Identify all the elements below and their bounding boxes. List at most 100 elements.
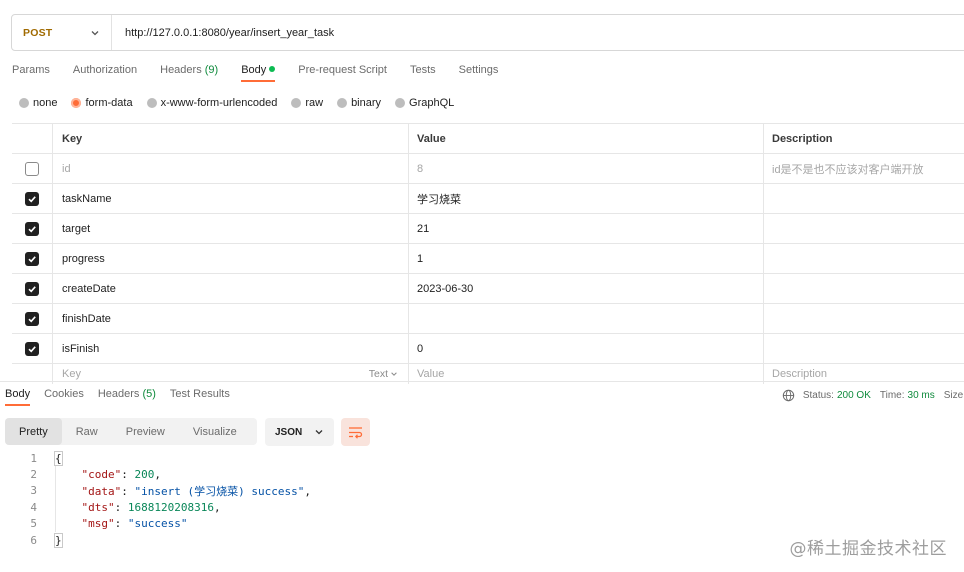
row-check-cell (12, 334, 53, 363)
table-row: id 8 id是不是也不应该对客户端开放 (12, 154, 964, 184)
body-type-none[interactable]: none (19, 97, 57, 109)
code-line: 1{ (0, 450, 311, 466)
row-key[interactable]: isFinish (53, 334, 409, 363)
checkmark-icon (28, 195, 36, 202)
format-label: JSON (275, 426, 303, 438)
panel-divider[interactable] (0, 381, 964, 382)
row-value[interactable]: 1 (409, 244, 764, 273)
row-description[interactable] (764, 274, 964, 303)
row-checkbox[interactable] (25, 191, 39, 206)
form-data-table: Key Value Description id 8 id是不是也不应该对客户端开放… (12, 123, 964, 384)
tab-authorization[interactable]: Authorization (73, 64, 137, 82)
url-input[interactable] (112, 26, 964, 39)
method-label: POST (23, 26, 53, 39)
row-description[interactable] (764, 214, 964, 243)
row-checkbox[interactable] (25, 251, 39, 266)
row-key[interactable]: progress (53, 244, 409, 273)
tab-tests[interactable]: Tests (410, 64, 436, 82)
chevron-down-icon (89, 27, 101, 39)
view-raw[interactable]: Raw (62, 418, 112, 445)
row-key[interactable]: taskName (53, 184, 409, 213)
method-select[interactable]: POST (12, 15, 112, 50)
row-key[interactable]: id (53, 154, 409, 183)
watermark: @稀土掘金技术社区 (789, 539, 947, 559)
row-checkbox[interactable] (25, 341, 39, 356)
radio-icon (291, 98, 302, 108)
body-type-raw[interactable]: raw (291, 97, 323, 109)
table-row: isFinish 0 (12, 334, 964, 364)
body-type-form-data[interactable]: form-data (71, 97, 133, 109)
time-value[interactable]: 30 ms (908, 390, 935, 401)
row-description[interactable] (764, 184, 964, 213)
row-value[interactable]: 21 (409, 214, 764, 243)
tab-label: Params (12, 64, 50, 76)
code-line: 6} (0, 532, 311, 548)
tab-headers[interactable]: Headers (9) (160, 64, 218, 82)
radio-icon (395, 98, 406, 108)
body-type-binary[interactable]: binary (337, 97, 381, 109)
globe-icon[interactable] (782, 389, 795, 402)
response-status: Status: 200 OK Time: 30 ms Size: (782, 389, 964, 402)
tab-params[interactable]: Params (12, 64, 50, 82)
row-value[interactable]: 8 (409, 154, 764, 183)
resp-tab-headers[interactable]: Headers (5) (98, 388, 156, 406)
code-text: "dts": 1688120208316, (81, 500, 221, 514)
line-number: 2 (30, 468, 37, 482)
type-select[interactable]: Text (369, 368, 398, 380)
row-key[interactable]: createDate (53, 274, 409, 303)
checkmark-icon (28, 345, 36, 352)
tab-label: Authorization (72, 64, 138, 76)
resp-tab-cookies[interactable]: Cookies (44, 388, 84, 406)
radio-icon (19, 98, 29, 108)
json-key: "msg" (81, 517, 115, 531)
row-value[interactable]: 学习烧菜 (409, 184, 764, 213)
tab-pre-request-script[interactable]: Pre-request Script (298, 64, 387, 82)
row-description[interactable] (764, 304, 964, 333)
row-checkbox[interactable] (25, 161, 39, 176)
table-row: target 21 (12, 214, 964, 244)
code-line: 4 "dts": 1688120208316, (0, 499, 311, 515)
code-line: 2 "code": 200, (0, 466, 311, 482)
row-checkbox[interactable] (25, 221, 39, 236)
resp-tab-test-results[interactable]: Test Results (170, 388, 230, 406)
tab-settings[interactable]: Settings (459, 64, 499, 82)
json-value: 200 (134, 468, 155, 482)
response-tabs: Body Cookies Headers (5) Test Results (5, 388, 244, 406)
row-check-cell (12, 154, 53, 183)
row-description[interactable]: id是不是也不应该对客户端开放 (764, 154, 964, 183)
row-checkbox[interactable] (25, 281, 39, 296)
status-value[interactable]: 200 OK (837, 390, 871, 401)
radio-label: raw (305, 97, 324, 109)
brace: { (54, 450, 63, 466)
json-value: 1688120208316 (127, 500, 214, 514)
view-pretty[interactable]: Pretty (5, 418, 62, 445)
row-key[interactable]: finishDate (53, 304, 409, 333)
request-tabs: Params Authorization Headers (9) Body Pr… (12, 64, 521, 86)
size-label: Size: (943, 390, 964, 401)
body-type-urlencoded[interactable]: x-www-form-urlencoded (146, 97, 277, 109)
row-key[interactable]: target (53, 214, 409, 243)
tab-label: Cookies (44, 388, 84, 400)
radio-label: binary (351, 97, 382, 109)
line-number: 6 (30, 533, 37, 547)
table-row: finishDate (12, 304, 964, 334)
line-number: 1 (30, 451, 37, 465)
tab-label: Headers (160, 64, 202, 76)
wrap-lines-button[interactable] (341, 418, 370, 446)
code-text: "msg": "success" (81, 517, 188, 531)
body-type-graphql[interactable]: GraphQL (395, 97, 454, 109)
row-description[interactable] (764, 334, 964, 363)
resp-tab-body[interactable]: Body (5, 388, 31, 406)
row-value[interactable]: 0 (409, 334, 764, 363)
row-value[interactable] (409, 304, 764, 333)
radio-selected-icon (71, 98, 82, 108)
table-row: createDate 2023-06-30 (12, 274, 964, 304)
tab-body[interactable]: Body (241, 64, 276, 82)
row-description[interactable] (764, 244, 964, 273)
row-checkbox[interactable] (25, 311, 39, 326)
format-select[interactable]: JSON (265, 418, 334, 446)
row-value[interactable]: 2023-06-30 (409, 274, 764, 303)
view-preview[interactable]: Preview (112, 418, 179, 445)
view-visualize[interactable]: Visualize (179, 418, 251, 445)
response-body-code[interactable]: 1{2 "code": 200, 3 "data": "insert (学习烧菜)… (0, 450, 311, 548)
